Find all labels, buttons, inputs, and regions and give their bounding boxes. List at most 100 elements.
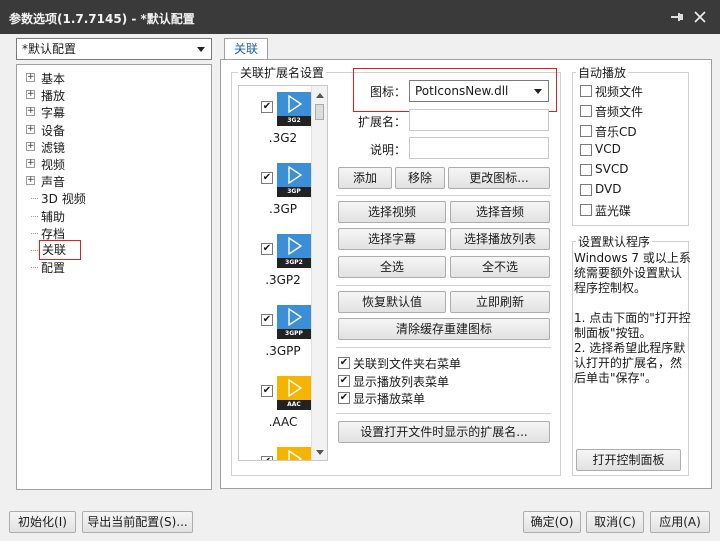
tree-expander-icon[interactable]: + xyxy=(26,73,35,82)
sidebar-item[interactable]: 播放 xyxy=(41,87,65,104)
play-file-icon: AAC xyxy=(277,376,311,410)
autoplay-checkbox[interactable] xyxy=(580,184,592,196)
sidebar-item[interactable]: 辅助 xyxy=(41,208,65,225)
select-subtitle-button[interactable]: 选择字幕 xyxy=(338,228,446,250)
open-control-panel-button[interactable]: 打开控制面板 xyxy=(576,449,681,471)
option-checkbox[interactable]: ✔ xyxy=(338,357,350,369)
remove-button[interactable]: 移除 xyxy=(395,167,445,189)
desc-input[interactable] xyxy=(409,137,549,159)
autoplay-checkbox[interactable] xyxy=(580,124,592,137)
autoplay-checkbox[interactable] xyxy=(580,144,592,157)
scrollbar[interactable] xyxy=(311,86,327,460)
desc-label: 说明： xyxy=(370,143,407,157)
play-file-icon xyxy=(277,447,311,460)
default-program-line: 统需要额外设置默认 xyxy=(574,266,683,280)
default-program-line: 认打开的扩展名，然 xyxy=(574,356,683,370)
select-audio-button[interactable]: 选择音频 xyxy=(450,201,550,223)
ext-input[interactable] xyxy=(409,109,549,131)
autoplay-checkbox-label[interactable]: SVCD xyxy=(595,162,628,176)
extension-label: .3G2 xyxy=(268,131,298,145)
option-checkbox-label[interactable]: 显示播放列表菜单 xyxy=(353,373,449,390)
pin-icon[interactable] xyxy=(669,9,685,25)
autoplay-checkbox[interactable] xyxy=(580,85,592,97)
autoplay-checkbox-label[interactable]: 视频文件 xyxy=(595,83,643,100)
tree-expander-icon[interactable]: + xyxy=(26,141,35,151)
sidebar-item[interactable]: 基本 xyxy=(41,70,65,87)
sidebar-item[interactable]: 设备 xyxy=(41,122,65,139)
settings-tree: + 基本 + 播放 + 字幕 + 设备 + 滤镜 + 视频 + 声音 3D 视频 辅助 存档 关联 配置 xyxy=(16,64,212,490)
tree-connector xyxy=(31,198,38,200)
extension-item[interactable]: ✔ AAC .AAC xyxy=(239,373,311,441)
initialize-button[interactable]: 初始化(I) xyxy=(9,511,76,533)
extension-checkbox[interactable]: ✔ xyxy=(261,314,273,326)
option-checkbox-label[interactable]: 显示播放菜单 xyxy=(353,390,425,407)
restore-default-button[interactable]: 恢复默认值 xyxy=(338,291,446,313)
option-checkbox[interactable]: ✔ xyxy=(338,392,350,404)
autoplay-checkbox-label[interactable]: VCD xyxy=(595,142,621,156)
sidebar-item[interactable]: 视频 xyxy=(41,156,65,173)
icon-selector-value: PotIconsNew.dll xyxy=(415,84,509,98)
extension-item[interactable]: ✔ 3G2 .3G2 xyxy=(239,89,311,157)
close-icon[interactable] xyxy=(692,9,708,25)
default-program-text: Windows 7 或以上系 统需要额外设置默认 程序控制权。 1. 点击下面的"打开… xyxy=(574,251,691,386)
select-video-button[interactable]: 选择视频 xyxy=(338,201,446,223)
play-file-icon: 3GP xyxy=(277,163,311,197)
refresh-now-button[interactable]: 立即刷新 xyxy=(450,291,550,313)
option-checkbox[interactable]: ✔ xyxy=(338,374,350,387)
tree-expander-icon[interactable]: + xyxy=(26,176,35,186)
tree-expander-icon[interactable]: + xyxy=(26,124,35,134)
icon-selector[interactable]: PotIconsNew.dll xyxy=(409,80,549,102)
tree-connector xyxy=(31,267,38,269)
option-checkbox-label[interactable]: 关联到文件夹右菜单 xyxy=(353,355,461,372)
autoplay-checkbox[interactable] xyxy=(580,164,592,177)
extension-checkbox[interactable]: ✔ xyxy=(261,456,273,460)
export-config-button[interactable]: 导出当前配置(S)... xyxy=(82,511,193,533)
sidebar-item[interactable]: 声音 xyxy=(41,173,65,190)
play-file-icon: 3GPP xyxy=(277,305,311,339)
autoplay-group-label: 自动播放 xyxy=(576,64,629,81)
window-title: 参数选项(1.7.7145) - *默认配置 xyxy=(9,12,195,26)
tab-association[interactable]: 关联 xyxy=(224,38,268,60)
set-open-ext-button[interactable]: 设置打开文件时显示的扩展名... xyxy=(338,421,550,443)
autoplay-checkbox-label[interactable]: 音乐CD xyxy=(595,123,637,140)
extension-list[interactable]: ✔ 3G2 .3G2 ✔ 3GP .3GP ✔ 3GP2 .3GP2 ✔ 3GPP .3GPP ✔ AAC… xyxy=(238,85,328,461)
tree-connector xyxy=(31,215,38,217)
tree-expander-icon[interactable]: + xyxy=(26,90,35,100)
extension-checkbox[interactable]: ✔ xyxy=(261,172,273,184)
sidebar-item[interactable]: 配置 xyxy=(41,259,65,276)
extension-checkbox[interactable]: ✔ xyxy=(261,243,273,255)
scrollbar-thumb[interactable] xyxy=(315,104,324,120)
default-program-line: Windows 7 或以上系 xyxy=(574,251,691,265)
extension-checkbox[interactable]: ✔ xyxy=(261,101,273,113)
sidebar-item[interactable]: 关联 xyxy=(39,240,82,260)
ok-button[interactable]: 确定(O) xyxy=(523,511,581,533)
extension-item[interactable]: ✔ 3GPP .3GPP xyxy=(239,302,311,370)
extension-checkbox[interactable]: ✔ xyxy=(261,385,273,397)
sidebar-item[interactable]: 滤镜 xyxy=(41,139,65,156)
autoplay-checkbox[interactable] xyxy=(580,104,592,117)
autoplay-checkbox-label[interactable]: DVD xyxy=(595,182,621,196)
extension-item[interactable]: ✔ xyxy=(239,444,311,460)
tree-expander-icon[interactable]: + xyxy=(26,159,35,168)
autoplay-checkbox[interactable] xyxy=(580,203,592,216)
select-playlist-button[interactable]: 选择播放列表 xyxy=(450,228,550,250)
select-all-button[interactable]: 全选 xyxy=(338,256,446,278)
autoplay-checkbox-label[interactable]: 音频文件 xyxy=(595,103,643,120)
clear-cache-button[interactable]: 清除缓存重建图标 xyxy=(338,318,550,340)
tree-expander-icon[interactable]: + xyxy=(26,107,35,117)
sidebar-item[interactable]: 3D 视频 xyxy=(41,190,86,207)
change-icon-button[interactable]: 更改图标... xyxy=(448,167,550,189)
sidebar-item[interactable]: 字幕 xyxy=(41,104,65,121)
scroll-down-icon[interactable] xyxy=(316,450,324,456)
extension-item[interactable]: ✔ 3GP2 .3GP2 xyxy=(239,231,311,299)
profile-selector[interactable]: *默认配置 xyxy=(16,38,212,60)
autoplay-checkbox-label[interactable]: 蓝光碟 xyxy=(595,202,631,219)
add-button[interactable]: 添加 xyxy=(338,167,392,189)
cancel-button[interactable]: 取消(C) xyxy=(586,511,644,533)
extension-item[interactable]: ✔ 3GP .3GP xyxy=(239,160,311,228)
scroll-up-icon[interactable] xyxy=(316,92,324,98)
dropdown-arrow-icon xyxy=(197,47,205,52)
select-none-button[interactable]: 全不选 xyxy=(450,256,550,278)
apply-button[interactable]: 应用(A) xyxy=(650,511,710,533)
extension-label: .3GP xyxy=(269,202,297,216)
